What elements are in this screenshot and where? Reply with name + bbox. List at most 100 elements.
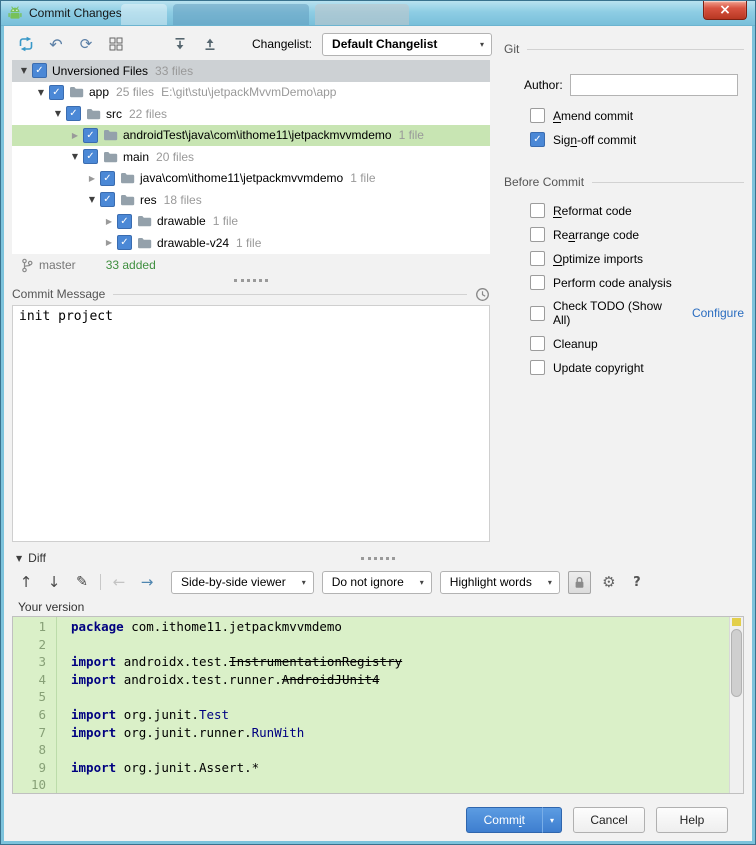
chevron-down-icon: ▾ (547, 577, 552, 587)
chevron-down-icon: ▾ (419, 577, 424, 587)
tree-checkbox[interactable]: ✓ (83, 127, 98, 143)
expanded-arrow-icon[interactable]: ▼ (51, 109, 65, 118)
expand-all-icon[interactable] (170, 34, 190, 54)
checkbox-option[interactable]: Reformat code (530, 203, 744, 218)
commit-message-header: Commit Message (12, 285, 490, 303)
tree-row[interactable]: ▼ ✓ main 20 files (12, 146, 490, 168)
tree-checkbox[interactable]: ✓ (100, 170, 115, 186)
whitespace-ignore-dropdown[interactable]: Do not ignore ▾ (321, 570, 432, 594)
tree-row[interactable]: ▶ ✓ androidTest\java\com\ithome11\jetpackm… (12, 124, 490, 146)
previous-difference-icon[interactable]: ↑ (16, 572, 36, 592)
chevron-down-icon: ▾ (549, 815, 554, 825)
android-studio-icon (7, 5, 23, 21)
rollback-icon[interactable]: ↶ (46, 34, 66, 54)
tree-checkbox[interactable]: ✓ (32, 63, 47, 79)
checkbox-option[interactable]: Update copyright (530, 360, 744, 375)
author-row: Author: (504, 74, 744, 96)
message-history-icon[interactable] (475, 287, 490, 302)
collapse-arrow-icon: ▼ (16, 553, 23, 563)
next-difference-icon[interactable]: ↓ (44, 572, 64, 592)
expanded-arrow-icon[interactable]: ▼ (17, 66, 31, 75)
checkbox-option[interactable]: Perform code analysis (530, 275, 744, 290)
edit-source-icon[interactable]: ✎ (72, 572, 92, 592)
refresh-icon[interactable]: ⟳ (76, 34, 96, 54)
splitter-handle[interactable] (12, 276, 490, 285)
title-bar[interactable]: Commit Changes × (1, 1, 755, 26)
checkbox-option[interactable]: Rearrange code (530, 227, 744, 242)
dialog-footer: Commit ▾ Cancel Help (12, 799, 744, 835)
cancel-button[interactable]: Cancel (573, 807, 645, 833)
tree-checkbox[interactable]: ✓ (66, 106, 81, 122)
tree-checkbox[interactable]: ✓ (117, 235, 132, 251)
author-input[interactable] (569, 74, 738, 96)
tree-checkbox[interactable]: ✓ (117, 213, 132, 229)
viewer-mode-dropdown[interactable]: Side-by-side viewer ▾ (171, 570, 314, 594)
checkbox[interactable] (530, 203, 545, 218)
background-window-tab (315, 4, 409, 25)
checkbox[interactable] (530, 251, 545, 266)
change-marker (732, 618, 741, 626)
next-change-icon[interactable]: → (137, 572, 157, 592)
settings-gear-icon[interactable]: ⚙ (599, 572, 619, 592)
scrollbar-thumb[interactable] (731, 629, 742, 697)
diff-pane-title: Your version (18, 600, 85, 614)
collapsed-arrow-icon[interactable]: ▶ (68, 131, 82, 140)
line-number: 5 (38, 689, 46, 705)
checkbox[interactable]: ✓ (530, 132, 545, 147)
close-icon: × (719, 2, 731, 18)
checkbox-option[interactable]: Check TODO (Show All) Configure (530, 299, 744, 327)
checkbox[interactable] (530, 108, 545, 123)
changelist-dropdown[interactable]: Default Changelist ▾ (322, 32, 493, 56)
checkbox-option[interactable]: Cleanup (530, 336, 744, 351)
tree-checkbox[interactable]: ✓ (49, 84, 64, 100)
whitespace-ignore-value: Do not ignore (331, 575, 404, 589)
tree-row[interactable]: ▶ ✓ java\com\ithome11\jetpackmvvmdemo 1 fil… (12, 168, 490, 190)
commit-message-input[interactable]: init project (12, 305, 490, 542)
help-button[interactable]: Help (656, 807, 728, 833)
checkbox[interactable] (530, 305, 545, 321)
splitter-handle[interactable] (361, 556, 395, 560)
divider (113, 293, 467, 295)
checkbox-option[interactable]: ✓ Sign-off commit (530, 132, 744, 147)
commit-button[interactable]: Commit (465, 807, 542, 833)
expanded-arrow-icon[interactable]: ▼ (68, 152, 82, 161)
scrollbar[interactable] (729, 617, 743, 793)
checkbox[interactable] (530, 275, 545, 290)
collapsed-arrow-icon[interactable]: ▶ (102, 217, 116, 226)
highlight-mode-dropdown[interactable]: Highlight words ▾ (439, 570, 560, 594)
branch-status-bar: master 33 added (12, 254, 490, 276)
collapsed-arrow-icon[interactable]: ▶ (102, 238, 116, 247)
tree-row[interactable]: ▶ ✓ drawable-v24 1 file (12, 232, 490, 254)
tree-row[interactable]: ▶ ✓ drawable 1 file (12, 211, 490, 233)
lock-icon (574, 576, 585, 589)
tree-row[interactable]: ▼ ✓ res 18 files (12, 189, 490, 211)
checkbox[interactable] (530, 227, 545, 242)
checkbox-option[interactable]: Amend commit (530, 108, 744, 123)
checkbox[interactable] (530, 360, 545, 375)
commit-message-label: Commit Message (12, 287, 106, 301)
tree-row[interactable]: ▼ ✓ app 25 files E:\git\stu\jetpackMvvmDemo\… (12, 82, 490, 104)
previous-change-icon[interactable]: ← (109, 572, 129, 592)
group-by-directory-icon[interactable] (106, 34, 126, 54)
dialog-content: ↶ ⟳ Changelist: Default Changelist ▾ ▼ ✓… (1, 26, 755, 844)
configure-link[interactable]: Configure (692, 306, 744, 320)
expanded-arrow-icon[interactable]: ▼ (34, 88, 48, 97)
tree-checkbox[interactable]: ✓ (100, 192, 115, 208)
diff-section-header[interactable]: ▼ Diff (12, 550, 744, 566)
commit-dropdown-button[interactable]: ▾ (542, 807, 562, 833)
checkbox[interactable] (530, 336, 545, 351)
refresh-changes-icon[interactable] (16, 34, 36, 54)
tree-row[interactable]: ▼ ✓ src 22 files (12, 103, 490, 125)
collapsed-arrow-icon[interactable]: ▶ (85, 174, 99, 183)
tree-row[interactable]: ▼ ✓ Unversioned Files 33 files (12, 60, 490, 82)
tree-item-label: Unversioned Files (52, 63, 149, 78)
disable-editing-button[interactable] (567, 570, 591, 594)
collapse-all-icon[interactable] (200, 34, 220, 54)
tree-checkbox[interactable]: ✓ (83, 149, 98, 165)
expanded-arrow-icon[interactable]: ▼ (85, 195, 99, 204)
help-icon[interactable]: ? (627, 572, 647, 592)
checkbox-option[interactable]: Optimize imports (530, 251, 744, 266)
code-line: import androidx.test.runner.AndroidJUnit… (71, 671, 380, 687)
close-button[interactable]: × (703, 1, 747, 20)
file-tree: ▼ ✓ Unversioned Files 33 files ▼ ✓ app 25 files… (12, 60, 490, 254)
